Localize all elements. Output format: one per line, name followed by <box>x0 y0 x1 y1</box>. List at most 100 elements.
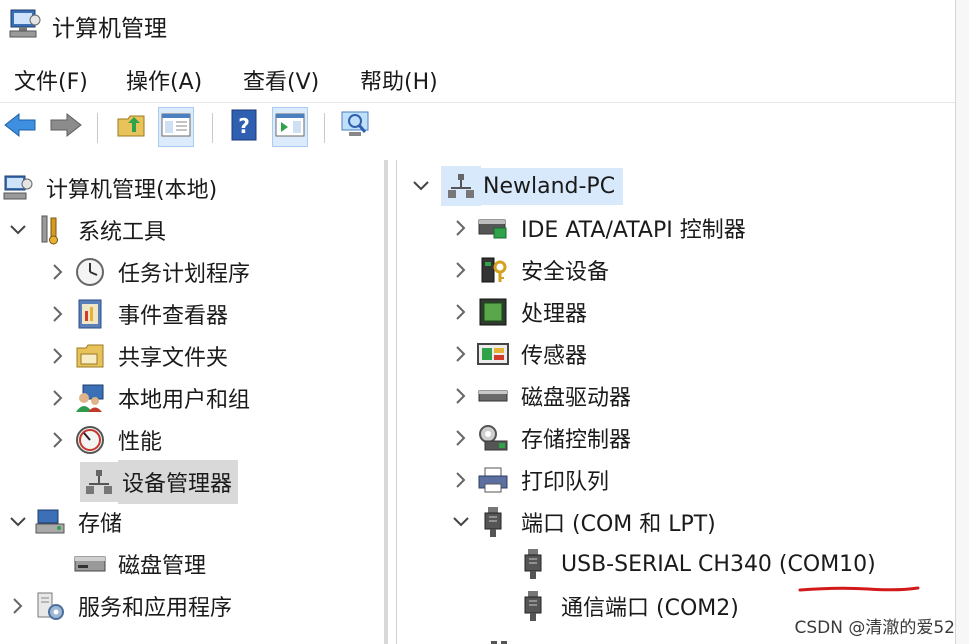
device-manager-icon <box>80 462 118 502</box>
device-category-ports[interactable]: 端口 (COM 和 LPT) <box>451 502 720 542</box>
action-pane-icon <box>275 112 305 142</box>
chevron-right-icon[interactable] <box>48 388 68 408</box>
tree-item-services-apps[interactable]: 服务和应用程序 <box>8 586 236 626</box>
forward-button[interactable] <box>48 107 84 147</box>
show-action-pane-button[interactable] <box>272 107 308 147</box>
device-category-disk-drives[interactable]: 磁盘驱动器 <box>451 376 635 416</box>
tree-item-device-manager[interactable]: 设备管理器 <box>48 460 239 504</box>
chevron-right-icon[interactable] <box>451 344 471 364</box>
storage-icon <box>34 506 66 538</box>
performance-icon <box>74 424 106 456</box>
users-icon <box>74 382 106 414</box>
chevron-right-icon[interactable] <box>451 260 471 280</box>
chevron-down-icon[interactable] <box>451 512 471 532</box>
tree-item-task-scheduler[interactable]: 任务计划程序 <box>48 252 254 292</box>
tree-item-label: 计算机管理(本地) <box>46 178 218 203</box>
menu-action[interactable]: 操作(A) <box>126 64 202 96</box>
chevron-right-icon[interactable] <box>48 346 68 366</box>
device-root-newland-pc[interactable]: Newland-PC <box>411 166 624 206</box>
tree-item-event-viewer[interactable]: 事件查看器 <box>48 294 232 334</box>
port-icon <box>517 590 549 622</box>
device-tree-label: USB-SERIAL CH340 (COM10) <box>561 551 876 577</box>
sensor-icon <box>477 338 509 370</box>
tree-item-label: 系统工具 <box>78 220 167 245</box>
tree-item-computer-management[interactable]: 计算机管理(本地) <box>2 168 221 208</box>
chevron-right-icon[interactable] <box>451 218 471 238</box>
tree-item-local-users-groups[interactable]: 本地用户和组 <box>48 378 254 418</box>
menu-help[interactable]: 帮助(H) <box>360 64 438 96</box>
menu-view[interactable]: 查看(V) <box>243 64 319 96</box>
ide-controller-icon <box>477 212 509 244</box>
device-com-port-com2[interactable]: 通信端口 (COM2) <box>511 586 743 626</box>
device-category-processor[interactable]: 处理器 <box>451 292 591 332</box>
tree-item-label: 存储 <box>78 512 123 537</box>
chevron-right-icon[interactable] <box>48 262 68 282</box>
device-category-ide[interactable]: IDE ATA/ATAPI 控制器 <box>451 208 750 248</box>
chevron-right-icon[interactable] <box>48 430 68 450</box>
shared-folder-icon <box>74 340 106 372</box>
show-console-tree-button[interactable] <box>158 107 194 147</box>
tree-item-label: 设备管理器 <box>118 460 239 504</box>
port-icon <box>517 548 549 580</box>
tree-item-system-tools[interactable]: 系统工具 <box>8 210 170 250</box>
tree-item-label: 性能 <box>118 430 163 455</box>
tree-item-storage[interactable]: 存储 <box>8 502 126 542</box>
menu-file[interactable]: 文件(F) <box>14 64 88 96</box>
toolbar-separator <box>97 113 98 143</box>
device-category-security[interactable]: 安全设备 <box>451 250 613 290</box>
processor-icon <box>477 296 509 328</box>
help-button[interactable]: ? <box>226 107 262 147</box>
tree-item-label: 本地用户和组 <box>118 388 251 413</box>
event-viewer-icon <box>74 298 106 330</box>
tree-item-label: 事件查看器 <box>118 304 229 329</box>
chevron-down-icon[interactable] <box>8 512 28 532</box>
up-folder-icon <box>116 111 148 143</box>
forward-arrow-icon <box>49 112 83 142</box>
printer-icon <box>477 464 509 496</box>
device-usb-serial-ch340[interactable]: USB-SERIAL CH340 (COM10) <box>511 544 880 584</box>
help-icon: ? <box>230 109 258 145</box>
red-underline-annotation <box>798 586 920 592</box>
device-tree-label: 打印队列 <box>521 470 610 495</box>
monitor-scan-icon <box>339 110 373 144</box>
device-tree-label: 端口 (COM 和 LPT) <box>521 512 716 537</box>
device-category-print-queues[interactable]: 打印队列 <box>451 460 613 500</box>
tree-item-label: 磁盘管理 <box>118 554 207 579</box>
device-category-storage-controllers[interactable]: 存储控制器 <box>451 418 635 458</box>
tree-item-shared-folders[interactable]: 共享文件夹 <box>48 336 232 376</box>
back-button[interactable] <box>2 107 38 147</box>
chevron-down-icon[interactable] <box>411 176 431 196</box>
disk-icon <box>74 548 106 580</box>
device-tree-label: 磁盘驱动器 <box>521 386 632 411</box>
computer-management-icon <box>2 172 34 204</box>
tree-item-performance[interactable]: 性能 <box>48 420 166 460</box>
next-device-icon-partial <box>489 634 513 644</box>
chevron-right-icon[interactable] <box>451 470 471 490</box>
console-tree-icon <box>161 112 191 142</box>
chevron-right-icon[interactable] <box>451 386 471 406</box>
toolbar: ? <box>0 102 955 151</box>
device-tree-label: 传感器 <box>521 344 588 369</box>
device-tree-pane: Newland-PC IDE ATA/ATAPI 控制器 安全设备 处理器 传感… <box>396 160 956 644</box>
chevron-right-icon[interactable] <box>451 428 471 448</box>
tree-item-disk-management[interactable]: 磁盘管理 <box>48 544 210 584</box>
chevron-right-icon[interactable] <box>451 302 471 322</box>
watermark: CSDN @清澈的爱52 <box>794 618 955 638</box>
chevron-right-icon[interactable] <box>48 304 68 324</box>
tree-item-label: 服务和应用程序 <box>78 596 233 621</box>
svg-text:?: ? <box>238 114 250 138</box>
toolbar-separator <box>212 113 213 143</box>
scan-hardware-button[interactable] <box>338 107 374 147</box>
services-icon <box>34 590 66 622</box>
security-device-icon <box>477 254 509 286</box>
device-tree-label: 处理器 <box>521 302 588 327</box>
back-arrow-icon <box>3 112 37 142</box>
device-tree-label: 安全设备 <box>521 260 610 285</box>
device-category-sensors[interactable]: 传感器 <box>451 334 591 374</box>
computer-management-icon <box>8 8 42 44</box>
tree-item-label: 任务计划程序 <box>118 262 251 287</box>
chevron-right-icon[interactable] <box>8 596 28 616</box>
chevron-down-icon[interactable] <box>8 220 28 240</box>
up-folder-button[interactable] <box>114 107 150 147</box>
window-title: 计算机管理 <box>52 16 167 42</box>
